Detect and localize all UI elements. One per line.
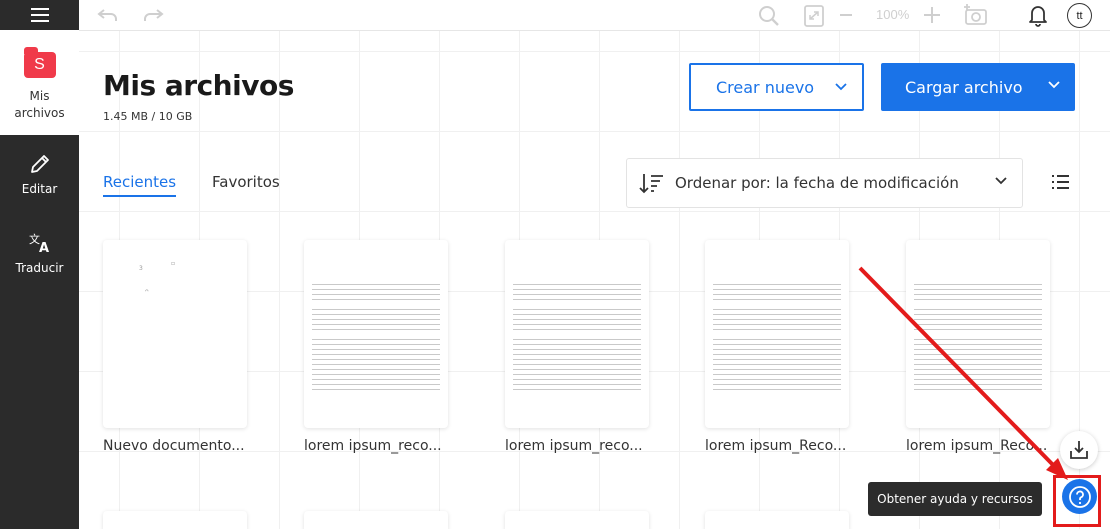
list-view-icon[interactable] bbox=[1050, 174, 1070, 190]
file-card[interactable] bbox=[304, 511, 448, 529]
file-name: lorem ipsum_Reco... bbox=[906, 438, 1048, 454]
document-thumbnail bbox=[705, 284, 849, 394]
zoom-level: 100% bbox=[876, 7, 910, 22]
download-button[interactable] bbox=[1060, 431, 1098, 469]
sidebar: S Mis archivos Editar 文 A Traducir bbox=[0, 0, 79, 529]
sidebar-item-mis-archivos[interactable]: S Mis archivos bbox=[0, 30, 79, 135]
help-button[interactable] bbox=[1062, 479, 1097, 514]
avatar[interactable]: tt bbox=[1067, 3, 1092, 28]
file-card[interactable] bbox=[505, 240, 649, 428]
sidebar-item-traducir[interactable]: 文 A Traducir bbox=[0, 231, 79, 275]
file-card[interactable] bbox=[705, 511, 849, 529]
sort-dropdown[interactable]: Ordenar por: la fecha de modificación bbox=[626, 158, 1023, 208]
file-card[interactable] bbox=[103, 511, 247, 529]
sort-label: Ordenar por: la fecha de modificación bbox=[675, 174, 959, 192]
zoom-in-icon[interactable] bbox=[922, 4, 942, 26]
upload-file-button[interactable]: Cargar archivo bbox=[881, 63, 1075, 111]
document-thumbnail bbox=[906, 284, 1050, 394]
redo-icon[interactable] bbox=[142, 7, 164, 23]
add-camera-icon[interactable] bbox=[963, 3, 989, 27]
undo-icon[interactable] bbox=[97, 7, 119, 23]
toolbar: 100% tt bbox=[79, 0, 1110, 31]
file-card[interactable] bbox=[505, 511, 649, 529]
file-card[interactable] bbox=[304, 240, 448, 428]
menu-icon[interactable] bbox=[0, 0, 79, 30]
storage-usage: 1.45 MB / 10 GB bbox=[103, 110, 193, 123]
download-icon bbox=[1070, 441, 1088, 459]
sidebar-item-label: Mis archivos bbox=[14, 89, 65, 120]
chevron-down-icon bbox=[835, 83, 847, 91]
translate-icon: 文 A bbox=[29, 232, 49, 255]
sort-icon bbox=[639, 174, 663, 194]
tab-favoritos[interactable]: Favoritos bbox=[212, 173, 280, 191]
create-new-label: Crear nuevo bbox=[716, 77, 815, 97]
file-card[interactable]: 3 ▫ ᴖ bbox=[103, 240, 247, 428]
document-thumbnail bbox=[304, 284, 448, 394]
file-card[interactable] bbox=[906, 240, 1050, 428]
sidebar-item-label: Traducir bbox=[15, 261, 64, 275]
sidebar-item-label: Editar bbox=[21, 182, 58, 196]
app-logo-icon: S bbox=[23, 47, 56, 78]
create-new-button[interactable]: Crear nuevo bbox=[689, 63, 864, 111]
pencil-icon bbox=[30, 155, 49, 173]
sidebar-item-editar[interactable]: Editar bbox=[0, 152, 79, 196]
chevron-down-icon bbox=[1048, 81, 1060, 89]
file-name: lorem ipsum_reco... bbox=[304, 438, 442, 454]
file-card[interactable] bbox=[705, 240, 849, 428]
file-name: lorem ipsum_Reco... bbox=[705, 438, 847, 454]
tab-recientes[interactable]: Recientes bbox=[103, 173, 177, 197]
help-tooltip: Obtener ayuda y recursos bbox=[868, 482, 1042, 516]
upload-file-label: Cargar archivo bbox=[905, 77, 1023, 97]
fit-screen-icon[interactable] bbox=[803, 4, 825, 28]
bell-icon[interactable] bbox=[1027, 3, 1049, 27]
chevron-down-icon bbox=[995, 177, 1007, 185]
file-name: lorem ipsum_reco... bbox=[505, 438, 643, 454]
svg-text:A: A bbox=[39, 241, 49, 255]
zoom-out-icon[interactable] bbox=[838, 5, 854, 25]
search-icon[interactable] bbox=[757, 4, 781, 28]
main-content: Mis archivos 1.45 MB / 10 GB Crear nuevo… bbox=[79, 31, 1110, 529]
file-name: Nuevo documento... bbox=[103, 438, 245, 454]
page-title: Mis archivos bbox=[103, 69, 294, 102]
document-thumbnail bbox=[505, 284, 649, 394]
question-icon bbox=[1068, 485, 1091, 508]
